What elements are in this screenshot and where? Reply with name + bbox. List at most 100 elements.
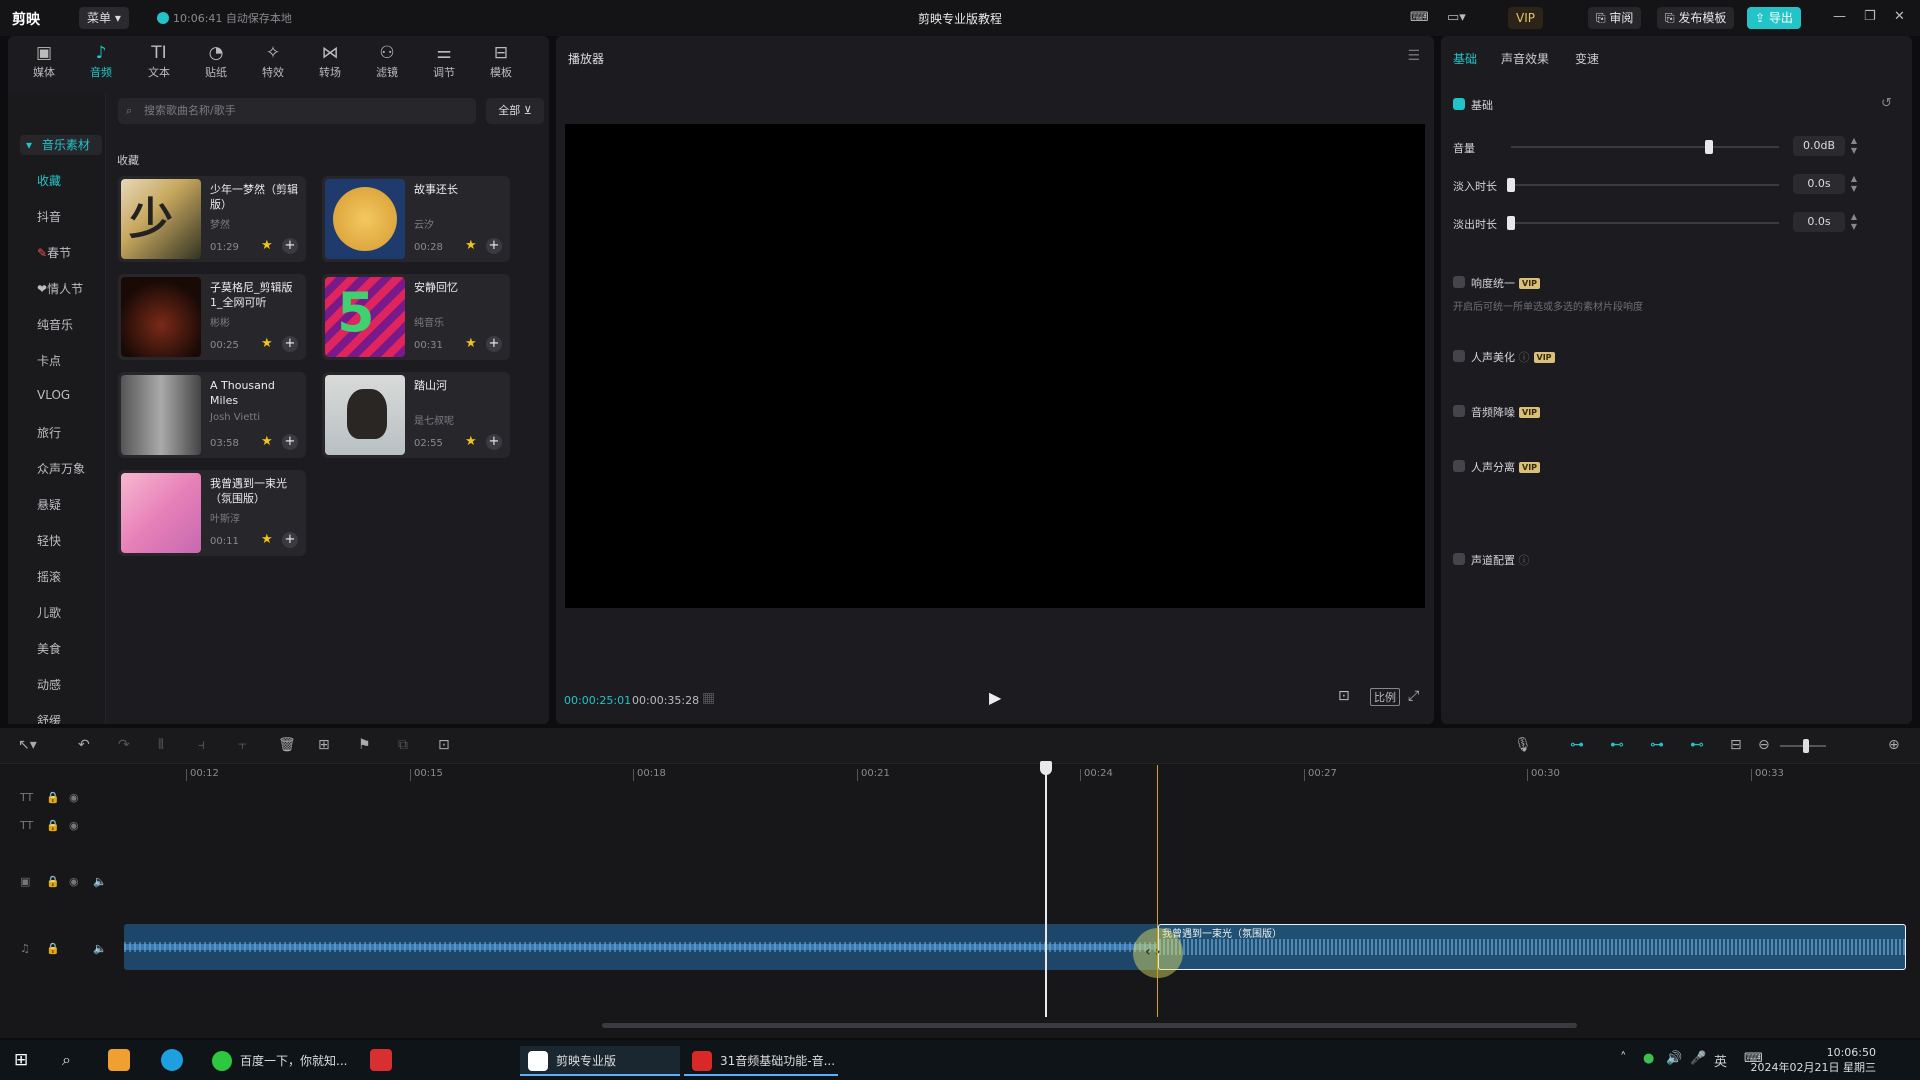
preview-axis-icon[interactable]: ⊷ — [1690, 737, 1704, 753]
split-icon[interactable]: ⫴ — [158, 737, 164, 753]
edge-icon[interactable] — [161, 1049, 183, 1071]
restore-icon[interactable]: ❐ — [1864, 9, 1876, 24]
cover-icon[interactable]: ▣ — [20, 875, 30, 888]
taskbar-item[interactable]: 百度一下，你就知... — [204, 1046, 354, 1076]
music-card[interactable]: 踏山河 是七叔呢 02:55 ★ + — [322, 372, 510, 458]
zoom-slider-handle[interactable] — [1803, 739, 1809, 753]
volume-input[interactable]: 0.0dB — [1793, 136, 1845, 156]
star-icon[interactable]: ★ — [465, 238, 477, 253]
fade-in-stepper[interactable]: ▲ ▼ — [1848, 174, 1860, 194]
tab-sticker[interactable]: ◔ 贴纸 — [192, 40, 240, 86]
volume-slider[interactable] — [1511, 146, 1779, 148]
add-button[interactable]: + — [486, 434, 502, 450]
screenshot-icon[interactable]: ⊡ — [1338, 688, 1350, 704]
reset-icon[interactable]: ↺ — [1881, 96, 1892, 111]
delete-icon[interactable]: 🗑 — [278, 737, 296, 753]
vocal-beautify-checkbox[interactable] — [1453, 350, 1465, 362]
search-input[interactable]: ⌕ 搜索歌曲名称/歌手 — [118, 98, 476, 124]
split-left-icon[interactable]: ⫞ — [198, 737, 205, 753]
freeze-icon[interactable]: ⊞ — [318, 737, 330, 753]
shortcut-icon[interactable]: ⌨ — [1410, 10, 1429, 25]
layout-icon[interactable]: ▭▾ — [1447, 10, 1466, 25]
category-item[interactable]: 抖音 — [8, 208, 106, 225]
music-card[interactable]: 故事还长 云汐 00:28 ★ + — [322, 176, 510, 262]
wechat-icon[interactable]: ● — [1643, 1051, 1654, 1066]
undo-icon[interactable]: ↶ — [78, 737, 90, 753]
volume-stepper[interactable]: ▲ ▼ — [1848, 136, 1860, 156]
ime-indicator[interactable]: 英 — [1714, 1051, 1727, 1070]
grid-icon[interactable]: ▦ — [702, 690, 715, 706]
category-item[interactable]: 动感 — [8, 676, 106, 693]
auto-snap-icon[interactable]: ⊶ — [1650, 737, 1664, 753]
zoom-out-icon[interactable]: ⊖ — [1758, 737, 1770, 753]
system-clock[interactable]: 10:06:50 2024年02月21日 星期三 — [1751, 1045, 1877, 1075]
tab-adjust[interactable]: ⚌ 调节 — [420, 40, 468, 86]
select-tool-icon[interactable]: ↖▾ — [18, 737, 37, 753]
eye-icon[interactable]: ◉ — [69, 819, 79, 832]
crop-icon[interactable]: ⧉ — [398, 737, 408, 753]
category-item[interactable]: 纯音乐 — [8, 316, 106, 333]
main-track-magnet-icon[interactable]: ⊷ — [1610, 737, 1624, 753]
screenshot-tool-icon[interactable]: ⊡ — [438, 737, 450, 753]
fade-out-stepper[interactable]: ▲ ▼ — [1848, 212, 1860, 232]
star-icon[interactable]: ★ — [261, 434, 273, 449]
trim-handle[interactable]: ‹ › — [1133, 928, 1183, 978]
music-card[interactable]: A Thousand Miles Josh Vietti 03:58 ★ + — [118, 372, 306, 458]
category-item[interactable]: ❤情人节 — [8, 280, 106, 297]
star-icon[interactable]: ★ — [261, 336, 273, 351]
playhead[interactable] — [1040, 761, 1052, 1017]
add-button[interactable]: + — [486, 238, 502, 254]
add-button[interactable]: + — [282, 532, 298, 548]
volume-icon[interactable]: 🔊 — [1666, 1051, 1682, 1066]
export-button[interactable]: ⇪ 导出 — [1747, 7, 1801, 29]
microphone-icon[interactable]: 🎙 — [1514, 737, 1532, 753]
review-button[interactable]: ⎘ 审阅 — [1588, 7, 1642, 29]
minimize-icon[interactable]: — — [1833, 9, 1846, 24]
lock-icon[interactable]: 🔒 — [46, 819, 60, 832]
search-icon[interactable]: ⌕ — [62, 1050, 71, 1070]
fit-icon[interactable]: ⊟ — [1730, 737, 1742, 753]
app-icon[interactable] — [370, 1049, 392, 1071]
marker-icon[interactable]: ⚑ — [358, 737, 371, 753]
category-item[interactable]: 舒缓 — [8, 712, 106, 724]
time-ruler[interactable]: 00:12 00:15 00:18 00:21 00:24 00:27 00:3… — [124, 764, 1920, 784]
category-item[interactable]: 轻快 — [8, 532, 106, 549]
star-icon[interactable]: ★ — [261, 532, 273, 547]
publish-template-button[interactable]: ⎘ 发布模板 — [1657, 7, 1735, 29]
filter-button[interactable]: 全部 ⊻ — [486, 98, 544, 124]
timeline-scrollbar[interactable] — [602, 1023, 1577, 1028]
vip-button[interactable]: VIP — [1508, 7, 1543, 29]
music-card[interactable]: 子莫格尼_剪辑版1_全网可听 彬彬 00:25 ★ + — [118, 274, 306, 360]
category-item[interactable]: 摇滚 — [8, 568, 106, 585]
fade-out-slider-handle[interactable] — [1507, 216, 1515, 230]
star-icon[interactable]: ★ — [465, 434, 477, 449]
speaker-icon[interactable]: 🔈 — [93, 875, 107, 888]
category-item[interactable]: VLOG — [8, 388, 106, 402]
category-item[interactable]: 旅行 — [8, 424, 106, 441]
category-item[interactable]: 悬疑 — [8, 496, 106, 513]
lock-icon[interactable]: 🔒 — [46, 875, 60, 888]
volume-slider-handle[interactable] — [1705, 140, 1714, 154]
tray-chevron-icon[interactable]: ˄ — [1620, 1051, 1627, 1066]
category-item[interactable]: 儿歌 — [8, 604, 106, 621]
split-right-icon[interactable]: ⫟ — [238, 737, 246, 753]
tab-sound-effects[interactable]: 声音效果 — [1501, 50, 1549, 67]
fade-in-input[interactable]: 0.0s — [1793, 174, 1845, 194]
zoom-in-icon[interactable]: ⊕ — [1888, 737, 1900, 753]
tab-transition[interactable]: ⋈ 转场 — [306, 40, 354, 86]
fullscreen-icon[interactable]: ⤢ — [1408, 688, 1419, 704]
tab-audio[interactable]: ♪ 音频 — [77, 40, 125, 86]
play-button[interactable]: ▶ — [989, 688, 1001, 707]
eye-icon[interactable]: ◉ — [69, 875, 79, 888]
redo-icon[interactable]: ↷ — [118, 737, 130, 753]
basic-checkbox[interactable] — [1453, 98, 1465, 110]
vocal-separation-checkbox[interactable] — [1453, 460, 1465, 472]
music-card[interactable]: 我曾遇到一束光（氛围版） 叶斯淳 00:11 ★ + — [118, 470, 306, 556]
add-button[interactable]: + — [486, 336, 502, 352]
add-button[interactable]: + — [282, 238, 298, 254]
menu-icon[interactable]: ☰ — [1407, 48, 1420, 64]
close-icon[interactable]: ✕ — [1894, 9, 1905, 24]
tab-media[interactable]: ▣ 媒体 — [20, 40, 68, 86]
tab-template[interactable]: ⊟ 模板 — [477, 40, 525, 86]
channel-checkbox[interactable] — [1453, 553, 1465, 565]
